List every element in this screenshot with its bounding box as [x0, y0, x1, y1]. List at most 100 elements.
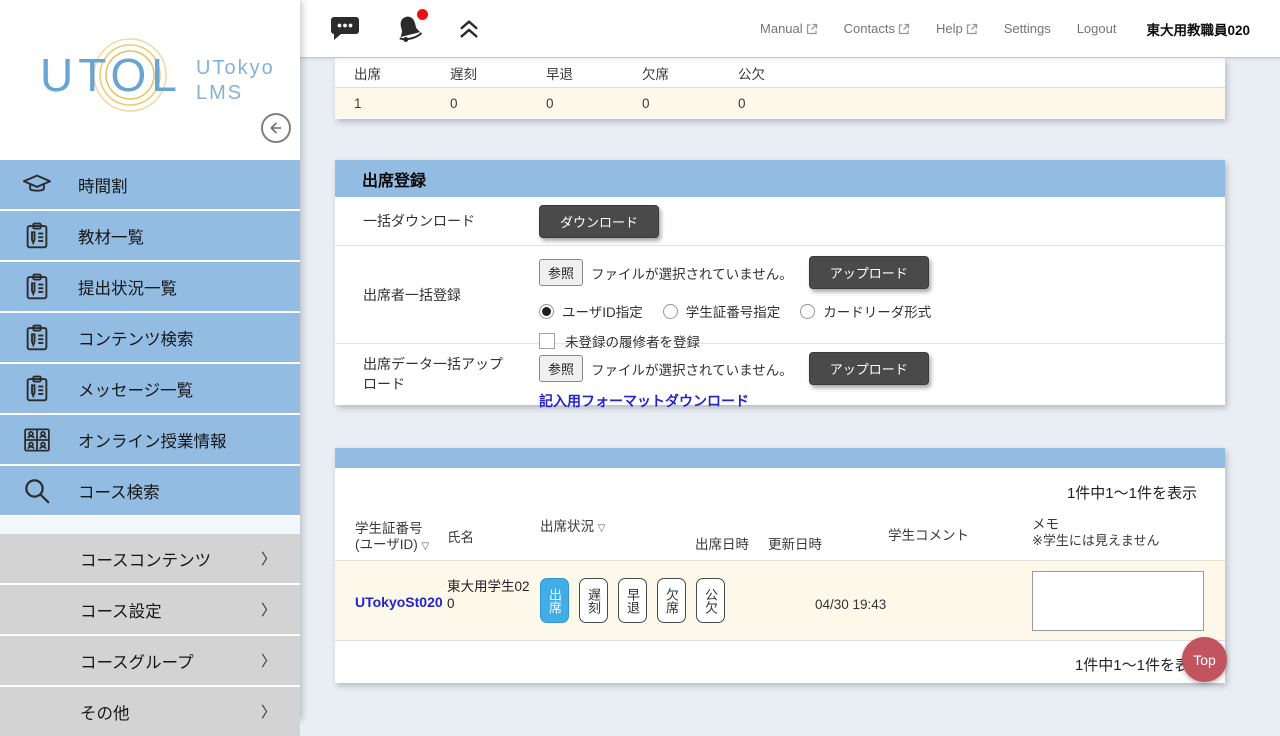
course-item-label: コース設定 [80, 598, 162, 622]
people-grid-icon [22, 425, 52, 455]
column-header-name: 氏名 [447, 530, 474, 546]
messages-icon[interactable] [330, 15, 360, 42]
student-table-footer: 1件中1〜1件を表示 [335, 640, 1225, 682]
attendance-late-button[interactable]: 遅刻 [579, 578, 608, 623]
clipboard-icon [22, 374, 52, 404]
external-link-icon [806, 23, 818, 35]
student-attendance-panel: 1件中1〜1件を表示 学生証番号 (ユーザID) ▽ 氏名 出席状況 ▽ 出席日… [335, 448, 1225, 683]
contacts-link-label: Contacts [844, 21, 895, 36]
help-link[interactable]: Help [936, 21, 978, 36]
sidebar-item-course-settings[interactable]: コース設定 〉 [0, 585, 300, 634]
student-id-link[interactable]: UTokyoSt020 [355, 594, 443, 610]
summary-value: 0 [738, 96, 834, 111]
attendance-excused-absence-button[interactable]: 公欠 [696, 578, 725, 623]
sidebar-item-submission-status[interactable]: 提出状況一覧 [0, 262, 300, 311]
column-header-student-id[interactable]: 学生証番号 (ユーザID) ▽ [355, 521, 429, 553]
summary-col-header: 早退 [546, 63, 642, 83]
contacts-link[interactable]: Contacts [844, 21, 910, 36]
scroll-to-top-button[interactable]: Top [1182, 637, 1227, 682]
format-download-link[interactable]: 記入用フォーマットダウンロード [539, 391, 749, 411]
course-item-label: コースコンテンツ [80, 547, 211, 571]
chevron-right-icon: 〉 [261, 701, 276, 722]
no-file-text: ファイルが選択されていません。 [591, 359, 793, 379]
external-link-icon [966, 23, 978, 35]
sidebar-item-label: メッセージ一覧 [78, 377, 193, 401]
sidebar-item-online-class-info[interactable]: オンライン授業情報 [0, 415, 300, 464]
external-link-icon [898, 23, 910, 35]
sidebar-item-content-search[interactable]: コンテンツ検索 [0, 313, 300, 362]
sort-icon: ▽ [598, 523, 606, 534]
summary-value: 0 [642, 96, 738, 111]
radio-card-reader[interactable] [800, 304, 815, 319]
attendance-present-button[interactable]: 出席 [540, 578, 569, 623]
status-button-group: 出席 遅刻 早退 欠席 公欠 [540, 578, 725, 623]
sidebar-item-course-search[interactable]: コース検索 [0, 466, 300, 515]
sidebar-collapse-button[interactable] [261, 113, 291, 143]
topbar-links: Manual Contacts Help Settings Logout 東大用… [760, 19, 1250, 39]
utol-logo-subtitle: UTokyo LMS [196, 56, 275, 106]
chevron-right-icon: 〉 [261, 548, 276, 569]
arrow-left-icon [268, 120, 284, 136]
column-header-update-time: 更新日時 [768, 537, 822, 553]
update-time-value: 04/30 19:43 [815, 597, 886, 612]
sidebar-item-messages[interactable]: メッセージ一覧 [0, 364, 300, 413]
attendance-early-leave-button[interactable]: 早退 [618, 578, 647, 623]
summary-header-row: 出席 遅刻 早退 欠席 公欠 [335, 58, 1225, 88]
column-header-comment: 学生コメント [888, 528, 969, 544]
attendee-bulk-row: 出席者一括登録 参照 ファイルが選択されていません。 アップロード ユーザID指… [335, 246, 1225, 344]
memo-input[interactable] [1032, 571, 1204, 631]
sidebar-nav: 時間割 教材一覧 提出状況一覧 コンテンツ検索 メッセージ一覧 [0, 160, 300, 736]
topbar: Manual Contacts Help Settings Logout 東大用… [300, 0, 1280, 58]
summary-col-header: 遅刻 [450, 63, 546, 83]
radio-student-card-number[interactable] [663, 304, 678, 319]
manual-link-label: Manual [760, 21, 803, 36]
radio-user-id[interactable] [539, 304, 554, 319]
sidebar-item-course-group[interactable]: コースグループ 〉 [0, 636, 300, 685]
column-header-line: 学生証番号 [355, 521, 429, 537]
main-area: Manual Contacts Help Settings Logout 東大用… [300, 0, 1280, 720]
browse-button[interactable]: 参照 [539, 355, 583, 382]
sidebar-item-timetable[interactable]: 時間割 [0, 160, 300, 209]
column-header-line: メモ [1032, 517, 1160, 533]
topbar-icons [330, 14, 480, 44]
manual-link[interactable]: Manual [760, 21, 818, 36]
settings-link-label: Settings [1004, 21, 1051, 36]
sidebar-item-materials[interactable]: 教材一覧 [0, 211, 300, 260]
download-button[interactable]: ダウンロード [539, 205, 659, 238]
logout-link[interactable]: Logout [1077, 21, 1117, 36]
sort-icon: ▽ [422, 541, 430, 552]
radio-student-card-number-label: 学生証番号指定 [686, 301, 781, 321]
summary-value: 1 [354, 96, 450, 111]
notification-badge [417, 9, 428, 20]
sidebar-item-label: コース検索 [78, 479, 160, 503]
student-table-header: 1件中1〜1件を表示 学生証番号 (ユーザID) ▽ 氏名 出席状況 ▽ 出席日… [335, 468, 1225, 560]
upload-button[interactable]: アップロード [809, 256, 929, 289]
sidebar-item-course-contents[interactable]: コースコンテンツ 〉 [0, 534, 300, 583]
no-file-text: ファイルが選択されていません。 [591, 263, 793, 283]
user-name: 東大用教職員020 [1146, 19, 1250, 39]
summary-value-row: 1 0 0 0 0 [335, 88, 1225, 118]
bulk-download-label: 一括ダウンロード [335, 197, 511, 245]
logo-subtitle-line1: UTokyo [196, 56, 275, 81]
settings-link[interactable]: Settings [1004, 21, 1051, 36]
sidebar: UTOL UTokyo LMS 時間割 教材一覧 提 [0, 0, 300, 720]
clipboard-icon [22, 323, 52, 353]
notifications-icon[interactable] [394, 14, 424, 44]
panel-title: 出席登録 [335, 160, 1225, 197]
radio-card-reader-label: カードリーダ形式 [823, 301, 931, 321]
browse-button[interactable]: 参照 [539, 259, 583, 286]
data-upload-row: 出席データ一括アップロード 参照 ファイルが選択されていません。 アップロード … [335, 344, 1225, 404]
column-header-memo: メモ ※学生には見えません [1032, 517, 1160, 549]
sidebar-item-label: 教材一覧 [78, 224, 144, 248]
attendance-absent-button[interactable]: 欠席 [657, 578, 686, 623]
clipboard-icon [22, 221, 52, 251]
column-header-line: (ユーザID) ▽ [355, 537, 429, 553]
logout-link-label: Logout [1077, 21, 1117, 36]
column-header-status[interactable]: 出席状況 ▽ [540, 519, 605, 535]
summary-col-header: 出席 [354, 63, 450, 83]
sidebar-item-label: オンライン授業情報 [78, 428, 227, 452]
sidebar-item-others[interactable]: その他 〉 [0, 687, 300, 736]
upload-button[interactable]: アップロード [809, 352, 929, 385]
collapse-up-icon[interactable] [458, 17, 480, 41]
sidebar-item-label: 提出状況一覧 [78, 275, 177, 299]
